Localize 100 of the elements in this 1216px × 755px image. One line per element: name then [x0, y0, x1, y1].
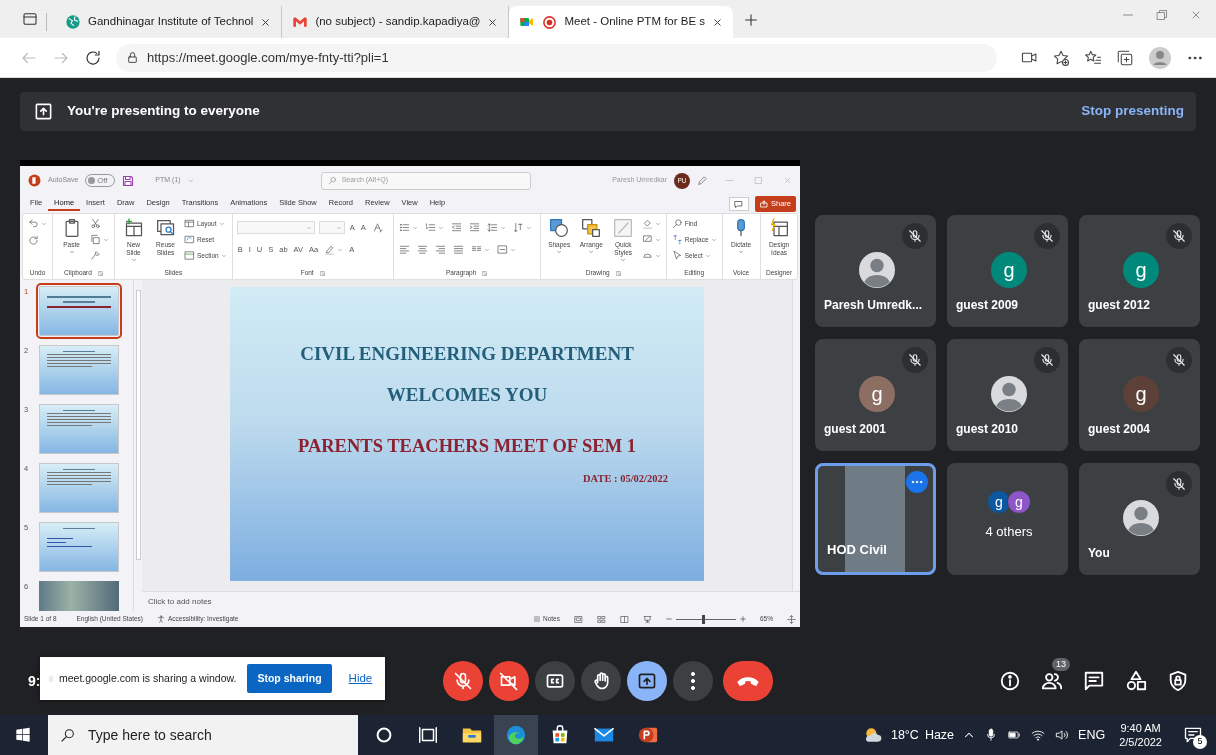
participants-button[interactable]: 13 [1032, 661, 1072, 701]
pen-icon[interactable] [697, 175, 708, 186]
weather-condition[interactable]: Haze [924, 725, 955, 745]
dialog-launcher-icon[interactable] [615, 270, 621, 276]
scrollbar[interactable] [133, 280, 142, 611]
more-options-button[interactable] [673, 661, 713, 701]
share-icon [760, 200, 768, 208]
reuse-slides-icon [155, 218, 176, 238]
star-add-icon[interactable] [1052, 48, 1070, 67]
ribbon-button[interactable] [89, 232, 110, 247]
plus-icon[interactable] [743, 11, 760, 28]
participant-tile[interactable]: g guest 2004 [1079, 339, 1200, 451]
ribbon-button[interactable] [485, 220, 507, 235]
dialog-launcher-icon[interactable] [97, 270, 103, 276]
outdent-icon [450, 222, 462, 233]
browser-tab[interactable]: Meet - Online PTM for BE s [509, 6, 734, 38]
notifications-button[interactable]: 5 [1176, 715, 1210, 755]
ribbon-button[interactable] [511, 220, 533, 235]
taskbar-clock[interactable]: 9:40 AM 2/5/2022 [1119, 720, 1162, 750]
justify-icon [452, 244, 464, 255]
cursor-icon [671, 250, 683, 261]
slideshow-icon[interactable] [643, 614, 652, 624]
participant-tile[interactable]: g guest 2012 [1079, 215, 1200, 327]
normal-view-icon[interactable] [574, 614, 583, 624]
font-size-field[interactable] [318, 221, 345, 234]
dialog-launcher-icon[interactable] [319, 270, 325, 276]
microphone-button[interactable] [443, 661, 483, 701]
favorites-icon[interactable] [1084, 48, 1102, 67]
participant-tile[interactable]: You [1079, 463, 1200, 575]
stop-sharing-button[interactable]: Stop sharing [247, 663, 332, 694]
slide-thumbnail[interactable] [39, 345, 119, 395]
participant-tile[interactable]: g guest 2009 [947, 215, 1068, 327]
input-language[interactable]: ENG [1078, 725, 1106, 745]
caret-icon [710, 236, 717, 243]
bulleted-list-icon [398, 222, 410, 233]
end-call-button[interactable] [723, 661, 773, 701]
taskbar-search-field[interactable]: Type here to search [48, 715, 358, 755]
refresh-icon[interactable] [84, 48, 102, 67]
search-icon [60, 727, 76, 743]
slide-sorter-icon[interactable] [597, 614, 606, 624]
fit-to-window-icon[interactable] [787, 614, 796, 624]
restore-icon[interactable] [1156, 8, 1168, 21]
slide-thumbnail[interactable] [39, 286, 119, 336]
wifi-icon[interactable] [1030, 728, 1047, 742]
brush-icon [90, 250, 101, 261]
raise-hand-button[interactable] [581, 661, 621, 701]
shield-lock-icon [1167, 670, 1189, 692]
participant-tile[interactable]: HOD Civil [815, 463, 936, 575]
scrollbar[interactable] [792, 280, 800, 591]
present-icon [637, 671, 657, 691]
slide-thumbnail[interactable] [39, 522, 119, 572]
more-options-button[interactable] [906, 471, 928, 493]
windows-logo-icon[interactable] [15, 727, 31, 743]
hide-link[interactable]: Hide [348, 669, 373, 688]
participant-tile[interactable]: Paresh Umredk... [815, 215, 936, 327]
font-name-field[interactable] [236, 221, 315, 234]
dialog-launcher-icon[interactable] [482, 270, 488, 276]
captions-button[interactable] [535, 661, 575, 701]
reading-view-icon[interactable] [620, 614, 629, 624]
slide-thumbnail[interactable] [39, 463, 119, 513]
zoom-in-icon[interactable] [740, 616, 746, 622]
close-icon[interactable] [712, 16, 724, 28]
save-icon[interactable] [122, 174, 135, 187]
participant-tile[interactable]: guest 2010 [947, 339, 1068, 451]
notification-count: 5 [1193, 735, 1207, 749]
speaker-icon[interactable] [1054, 728, 1071, 742]
present-button[interactable] [627, 661, 667, 701]
ribbon-button[interactable] [495, 242, 517, 257]
collections-icon[interactable] [1116, 48, 1134, 67]
camera-off-icon [499, 671, 519, 691]
battery-icon[interactable] [1006, 728, 1023, 742]
mic-off-icon [1040, 353, 1054, 367]
participant-avatar: g [859, 376, 895, 412]
comments-button[interactable] [729, 197, 749, 211]
slide-thumbnail[interactable] [39, 404, 119, 454]
profile-icon[interactable] [1148, 45, 1172, 70]
info-icon [999, 670, 1021, 692]
mic-off-icon [1172, 353, 1186, 367]
camera-button[interactable] [489, 661, 529, 701]
participant-name: guest 2009 [956, 297, 1019, 314]
caret-icon [525, 224, 532, 231]
participant-count: 13 [1052, 658, 1070, 671]
participant-tile[interactable]: g guest 2001 [815, 339, 936, 451]
weather-temperature[interactable]: 18°C [890, 725, 919, 745]
lock-icon [126, 51, 139, 64]
tab-actions-icon[interactable] [22, 11, 38, 27]
shapes-icon [549, 218, 570, 238]
edge-logo-icon [505, 724, 527, 746]
comment-icon [734, 199, 744, 209]
address-bar[interactable]: https://meet.google.com/mye-fnty-tti?pli=1 [116, 43, 997, 72]
caret-icon [437, 224, 444, 231]
captions-icon [545, 671, 565, 691]
caret-icon [103, 236, 109, 243]
participant-tile[interactable]: g g 4 others [947, 463, 1068, 575]
zoom-out-icon[interactable] [666, 616, 672, 622]
layout-icon [184, 218, 195, 229]
slide-text: PARENTS TEACHERS MEET OF SEM 1 [297, 435, 636, 458]
close-icon[interactable] [260, 16, 272, 28]
stop-presenting-button[interactable]: Stop presenting [1081, 101, 1184, 122]
close-icon[interactable] [487, 16, 499, 28]
